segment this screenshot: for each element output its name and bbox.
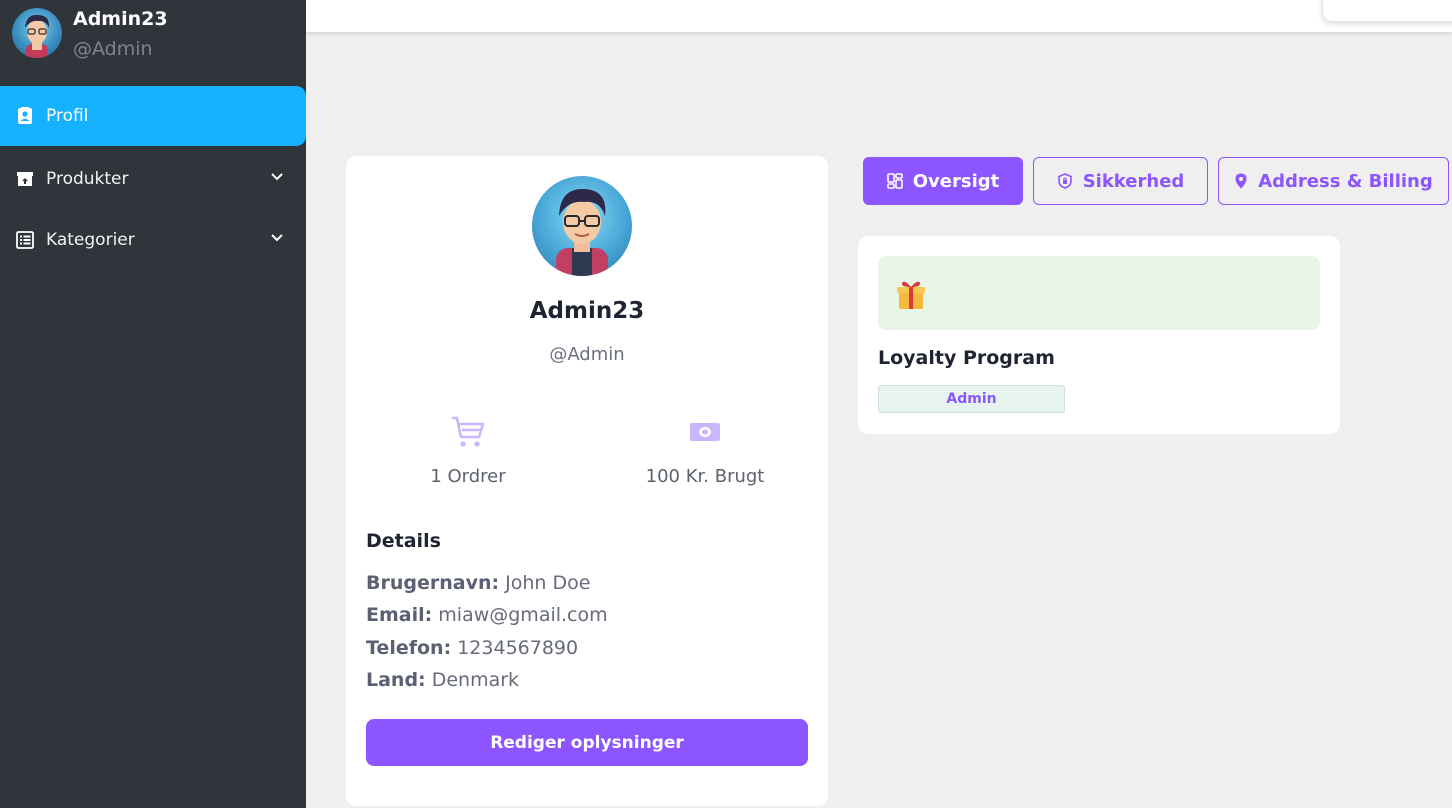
top-bar-button[interactable] — [1322, 0, 1452, 22]
sidebar-item-label: Kategorier — [46, 230, 135, 250]
sidebar: Admin23 @Admin Profil Produkter Kategori… — [0, 0, 306, 808]
loyalty-card: Loyalty Program Admin — [858, 236, 1340, 434]
detail-row-country: Land: Denmark — [366, 669, 519, 691]
archive-box-icon — [16, 170, 34, 188]
stat-label: 1 Ordrer — [430, 466, 506, 487]
dashboard-icon — [886, 173, 903, 189]
details-heading: Details — [366, 530, 441, 552]
tab-label: Address & Billing — [1258, 170, 1433, 192]
sidebar-user-handle: @Admin — [73, 38, 153, 60]
money-icon — [605, 414, 805, 450]
sidebar-user[interactable]: Admin23 @Admin — [12, 8, 168, 64]
detail-value: John Doe — [505, 572, 591, 594]
cart-icon — [368, 414, 568, 450]
detail-value: miaw@gmail.com — [438, 604, 608, 626]
sidebar-user-name: Admin23 — [73, 8, 168, 30]
detail-value: Denmark — [431, 669, 520, 691]
sidebar-item-produkter[interactable]: Produkter — [0, 149, 306, 209]
tab-address-billing[interactable]: Address & Billing — [1218, 157, 1449, 205]
tab-label: Oversigt — [912, 170, 1000, 192]
sidebar-item-label: Produkter — [46, 169, 129, 189]
profile-handle: @Admin — [549, 344, 625, 365]
sidebar-item-label: Profil — [46, 106, 89, 126]
location-pin-icon — [1234, 173, 1248, 189]
stat-label: 100 Kr. Brugt — [645, 466, 765, 487]
tab-sikkerhed[interactable]: Sikkerhed — [1033, 157, 1208, 205]
detail-row-email: Email: miaw@gmail.com — [366, 604, 608, 626]
chevron-down-icon[interactable] — [270, 169, 284, 189]
detail-row-phone: Telefon: 1234567890 — [366, 637, 578, 659]
sidebar-item-kategorier[interactable]: Kategorier — [0, 210, 306, 270]
list-table-icon — [16, 231, 34, 249]
tab-oversigt[interactable]: Oversigt — [863, 157, 1023, 205]
chevron-down-icon[interactable] — [270, 230, 284, 250]
avatar — [532, 176, 632, 276]
avatar — [12, 8, 62, 58]
detail-key: Telefon: — [366, 637, 452, 659]
loyalty-banner — [878, 256, 1320, 330]
detail-key: Land: — [366, 669, 426, 691]
detail-value: 1234567890 — [457, 637, 579, 659]
top-bar — [306, 0, 1452, 32]
shield-icon — [1057, 173, 1073, 189]
tab-label: Sikkerhed — [1082, 170, 1185, 192]
sidebar-item-profil[interactable]: Profil — [0, 86, 306, 146]
detail-key: Brugernavn: — [366, 572, 500, 594]
profile-icon — [16, 107, 34, 125]
detail-row-username: Brugernavn: John Doe — [366, 572, 590, 594]
stat-orders: 1 Ordrer — [368, 414, 568, 487]
gift-icon — [896, 278, 926, 310]
loyalty-badge: Admin — [878, 385, 1065, 413]
loyalty-title: Loyalty Program — [878, 347, 1055, 369]
profile-card: Admin23 @Admin 1 Ordrer 100 Kr. Brugt De… — [346, 156, 828, 806]
profile-name: Admin23 — [529, 298, 645, 324]
stat-spent: 100 Kr. Brugt — [605, 414, 805, 487]
detail-key: Email: — [366, 604, 433, 626]
edit-details-button[interactable]: Rediger oplysninger — [366, 719, 808, 766]
